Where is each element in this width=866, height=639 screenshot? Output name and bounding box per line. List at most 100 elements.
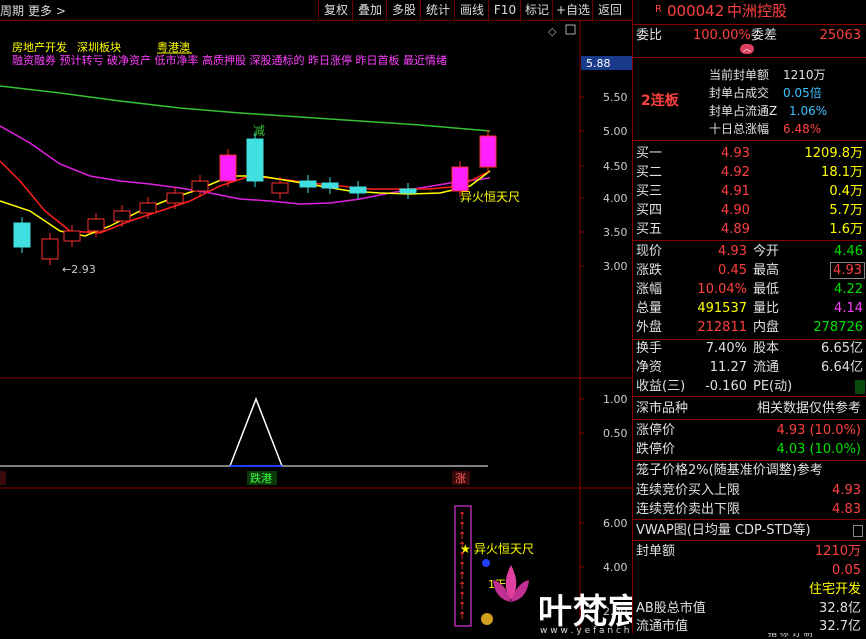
chart-toolbar: 周期 更多 > 复权 叠加 多股 统计 画线 F10 标记 +自选 返回 [0,0,632,21]
toolbar-button-5[interactable]: F10 [488,0,521,20]
market-row: 深市品种 相关数据仅供参考 [633,399,866,418]
stock-code: 000042 [667,2,725,20]
toolbar-button-4[interactable]: 画线 [454,0,489,20]
bid-price: 4.92 [721,165,750,180]
candle-body [41,238,59,260]
candle-body [399,188,417,194]
candle-body [166,192,184,204]
quote-value: 212811 [697,320,747,335]
stats-label: 收益(三) [636,379,686,394]
ma-short-red-line [0,160,491,234]
fengdan-row-value: 0.05倍 [783,86,822,100]
price-tag-text: 5.88 [586,57,611,70]
quote-label-2: 最高 [753,263,780,278]
scroll-marker[interactable] [855,380,865,394]
quote-row: 外盘 212811 内盘 278726 [633,318,866,337]
stats-label-2: 股本 [753,341,780,356]
float-row: 流通市值 32.7亿 [633,617,866,636]
fengdan-row: 封单占流通Z 1.06% [633,102,866,120]
limit-up-label: 涨停价 [636,423,676,438]
quote-row: 涨跌 0.45 最高 4.93 [633,261,866,280]
header-board: 深圳板块 [77,40,121,54]
weibi-row: 委比 100.00% 委差 25063 [633,26,866,45]
bid-volume: 18.1万 [821,165,863,180]
signal-box-right-text: 涨 [455,472,466,485]
candle-body [451,166,469,192]
fengdan-row-value: 1.06% [789,104,828,118]
partial-value: 0.05 [832,563,861,578]
toolbar-button-3[interactable]: 统计 [420,0,455,20]
quote-label: 现价 [636,244,663,259]
bid-label: 买一 [636,146,663,161]
candle-body [63,230,81,242]
y-tick-bot: 6.00 [603,517,628,530]
candle-body [113,210,131,222]
candle-body [246,138,264,182]
quote-row: 涨幅 10.04% 最低 4.22 [633,280,866,299]
header-tags: 融资融券 预计转亏 破净资产 低市净率 高质押股 深股通标的 昨日涨停 昨日首板… [12,53,447,67]
sector-tag: 住宅开发 [808,582,861,597]
toolbar-button-0[interactable]: 复权 [318,0,353,20]
fengdan-amount-row: 封单额 1210万 [633,542,866,561]
bid-row: 买四 4.90 5.7万 [633,201,866,220]
bid-row: 买一 4.93 1209.8万 [633,144,866,163]
toolbar-button-8[interactable]: 返回 [592,0,627,20]
expand-icon[interactable] [853,525,863,537]
limit-up-value: 4.93 (10.0%) [776,423,861,438]
stats-row: 收益(三) -0.160 PE(动) [633,377,866,396]
candle-body [349,186,367,194]
sector-tag-row: 住宅开发 [633,580,866,599]
quote-value-2: 4.93 [830,262,865,279]
indicator-triangle [229,396,283,467]
fengdan-row-label: 当前封单额 [709,68,770,82]
y-tick-mid: 0.50 [603,427,628,440]
limit-down-value: 4.03 (10.0%) [776,442,861,457]
quote-label: 外盘 [636,320,663,335]
quote-label: 涨跌 [636,263,663,278]
float-label: 流通市值 [636,619,689,634]
bid-row: 买五 4.89 1.6万 [633,220,866,239]
quote-value-2: 278726 [813,320,863,335]
toolbar-button-6[interactable]: 标记 [520,0,553,20]
toolbar-button-1[interactable]: 叠加 [352,0,387,20]
quote-row: 总量 491537 量比 4.14 [633,299,866,318]
bottom-signal-label: 异火恒天尺 [474,542,534,556]
diamond-icon[interactable]: ◇ [548,25,557,38]
more-button[interactable]: 更多 > [28,2,66,19]
bid-row: 买三 4.91 0.4万 [633,182,866,201]
window-icon[interactable] [565,24,576,35]
quote-value: 0.45 [718,263,747,278]
market-label: 深市品种 [636,401,689,416]
cage-title: 笼子价格2%(随基准价调整)参考 [636,463,823,478]
weicha-value: 25063 [819,28,861,43]
quote-value: 491537 [697,301,747,316]
y-tick-top: 4.50 [603,160,628,173]
signal-label: 异火恒天尺 [460,190,520,204]
bid-volume: 0.4万 [829,184,863,199]
chevron-up-icon[interactable]: ︿ [740,44,754,54]
bid-label: 买三 [636,184,663,199]
bid-label: 买五 [636,222,663,237]
cage-sell-row: 连续竞价卖出下限 4.83 [633,500,866,519]
signal-box-left-text: 跌港 [250,471,272,485]
cage-title-row: 笼子价格2%(随基准价调整)参考 [633,461,866,480]
vwap-row[interactable]: VWAP图(日均量 CDP-STD等) [633,521,866,540]
fengdan-row: 封单占成交 0.05倍 [633,84,866,102]
toolbar-button-2[interactable]: 多股 [386,0,421,20]
kline-chart[interactable]: 房地产开发 深圳板块 粤港澳 融资融券 预计转亏 破净资产 低市净率 高质押股 … [0,21,632,633]
bid-volume: 1.6万 [829,222,863,237]
stats-label: 净资 [636,360,663,375]
watermark-logo [488,560,534,614]
candle-body [479,135,497,168]
ab-label: AB股总市值 [636,601,706,616]
period-button[interactable]: 周期 [0,2,24,19]
quote-value-2: 4.14 [834,301,863,316]
quote-label-2: 量比 [753,301,780,316]
bid-volume: 5.7万 [829,203,863,218]
fengdan-row-value: 6.48% [783,122,822,136]
code-prefix: R [655,4,662,15]
toolbar-button-7[interactable]: +自选 [552,0,593,20]
stats-value-2: 6.64亿 [821,360,863,375]
fengdan-row-value: 1210万 [783,68,826,82]
fengdan-row: 当前封单额 1210万 [633,66,866,84]
